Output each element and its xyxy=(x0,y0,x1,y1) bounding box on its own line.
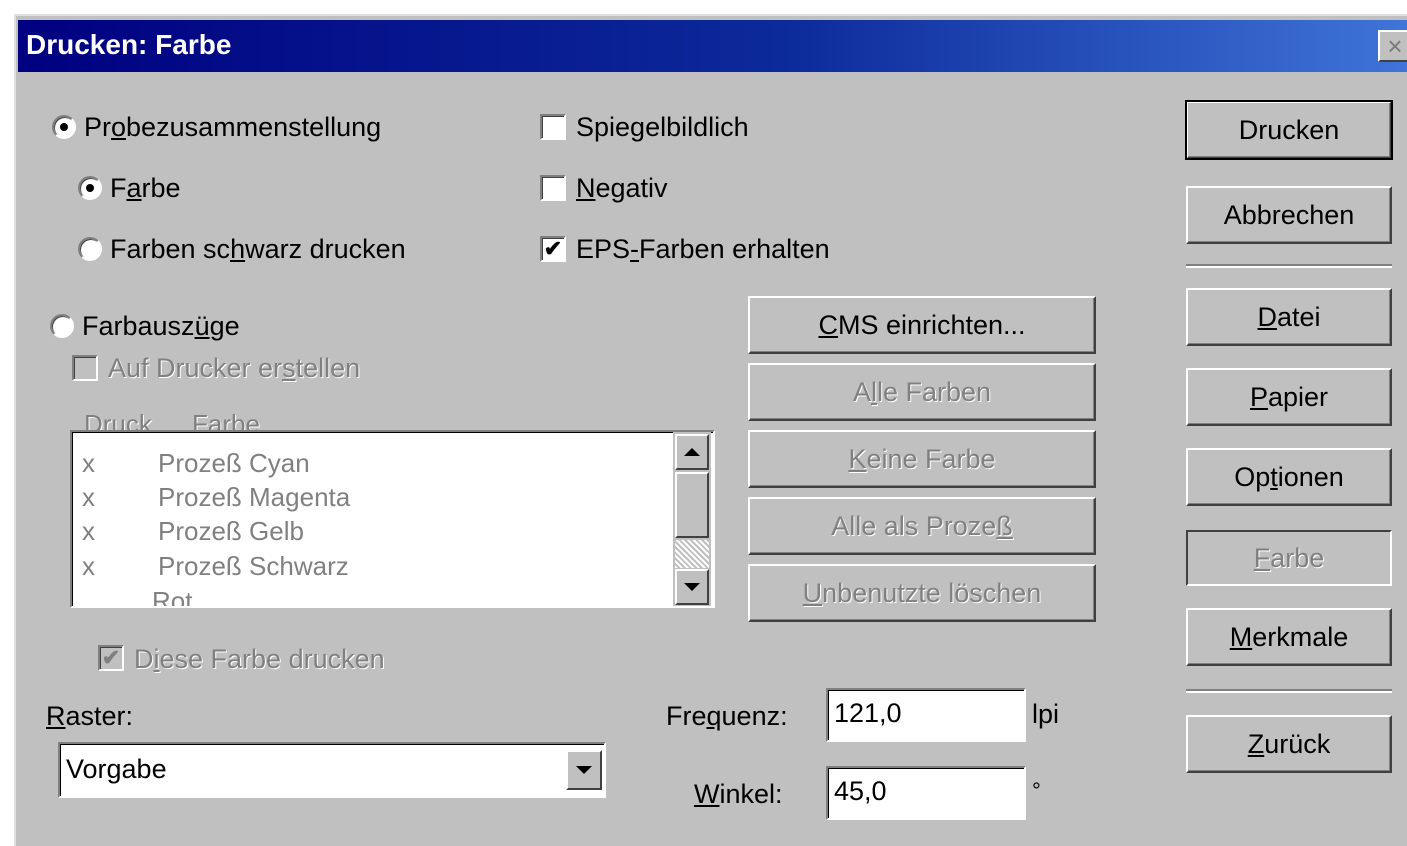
label-farbauszuege[interactable]: Farbauszüge xyxy=(82,310,240,342)
abbrechen-button[interactable]: Abbrechen xyxy=(1186,186,1392,244)
winkel-unit: ° xyxy=(1032,778,1041,803)
datei-button[interactable]: Datei xyxy=(1186,288,1392,346)
unbenutzte-loeschen-button[interactable]: Unbenutzte löschen xyxy=(748,564,1096,622)
drucken-button[interactable]: Drucken xyxy=(1185,100,1393,160)
frequenz-unit: lpi xyxy=(1032,699,1060,729)
papier-button[interactable]: Papier xyxy=(1186,368,1392,426)
dialog-title: Drucken: Farbe xyxy=(26,29,232,60)
list-item[interactable]: x Prozeß Cyan xyxy=(78,446,678,480)
title-bar[interactable]: Drucken: Farbe × xyxy=(18,20,1407,72)
raster-dropdown-button[interactable] xyxy=(566,750,602,790)
alle-als-prozess-button[interactable]: Alle als Proze ß xyxy=(748,497,1096,555)
label-farben-schwarz-drucken[interactable]: Farben schwarz drucken xyxy=(110,233,406,265)
scroll-down-button[interactable] xyxy=(675,569,709,605)
zurueck-button[interactable]: Zurück xyxy=(1186,715,1392,773)
frequenz-label: Frequenz: xyxy=(666,701,788,731)
raster-dropdown[interactable]: Vorgabe xyxy=(58,742,606,798)
separator xyxy=(1186,264,1392,268)
radio-farbe[interactable] xyxy=(78,176,102,200)
list-item[interactable]: x Prozeß Gelb xyxy=(78,514,678,548)
list-item[interactable]: x Prozeß Schwarz xyxy=(78,549,678,583)
frequenz-input[interactable]: 121,0 xyxy=(826,688,1026,742)
list-item[interactable]: x Prozeß Magenta xyxy=(78,480,678,514)
scroll-track[interactable] xyxy=(675,540,709,568)
farbe-button[interactable]: Farbe xyxy=(1186,530,1392,586)
radio-probezusammenstellung[interactable] xyxy=(52,115,76,139)
separator xyxy=(1186,689,1392,693)
scroll-thumb[interactable] xyxy=(675,472,709,538)
radio-farben-schwarz-drucken[interactable] xyxy=(78,237,102,261)
chevron-down-icon xyxy=(576,766,592,774)
list-scrollbar[interactable] xyxy=(673,432,711,606)
close-button[interactable]: × xyxy=(1378,30,1407,62)
label-diese-farbe-drucken[interactable]: Diese Farbe drucken xyxy=(134,643,385,675)
checkbox-spiegelbildlich[interactable] xyxy=(540,114,566,140)
color-list[interactable]: x Prozeß Cyan x Prozeß Magenta x Prozeß Gel… xyxy=(70,430,715,608)
label-probezusammenstellung[interactable]: Probezusammenstellung xyxy=(84,111,381,143)
radio-farbauszuege[interactable] xyxy=(50,314,74,338)
raster-label: Raster: xyxy=(46,701,134,731)
scroll-up-button[interactable] xyxy=(675,434,709,470)
checkbox-negativ[interactable] xyxy=(540,175,566,201)
arrow-down-icon xyxy=(684,583,700,591)
checkbox-eps-farben-erhalten[interactable]: ✔ xyxy=(540,236,566,262)
merkmale-button[interactable]: Merkmale xyxy=(1186,608,1392,666)
arrow-up-icon xyxy=(684,448,700,456)
alle-farben-button[interactable]: Al le Farben xyxy=(748,363,1096,421)
optionen-button[interactable]: Op t ionen xyxy=(1186,448,1392,506)
label-negativ[interactable]: Negativ xyxy=(576,172,668,204)
checkbox-auf-drucker-erstellen[interactable] xyxy=(72,355,98,381)
label-farbe[interactable]: Farbe xyxy=(110,172,181,204)
label-auf-drucker-erstellen[interactable]: Auf Drucker erstellen xyxy=(108,352,360,384)
raster-value: Vorgabe xyxy=(66,754,167,784)
winkel-input[interactable]: 45,0 xyxy=(826,766,1026,820)
cms-einrichten-button[interactable]: C MS einrichten... xyxy=(748,296,1096,354)
label-eps-farben-erhalten[interactable]: EPS-Farben erhalten xyxy=(576,233,830,265)
winkel-label: Winkel: xyxy=(694,779,783,809)
list-item[interactable]: Rot xyxy=(78,584,678,606)
label-spiegelbildlich[interactable]: Spiegelbildlich xyxy=(576,111,749,143)
checkbox-diese-farbe-drucken[interactable]: ✔ xyxy=(98,645,124,671)
keine-farbe-button[interactable]: Keine Farbe xyxy=(748,430,1096,488)
